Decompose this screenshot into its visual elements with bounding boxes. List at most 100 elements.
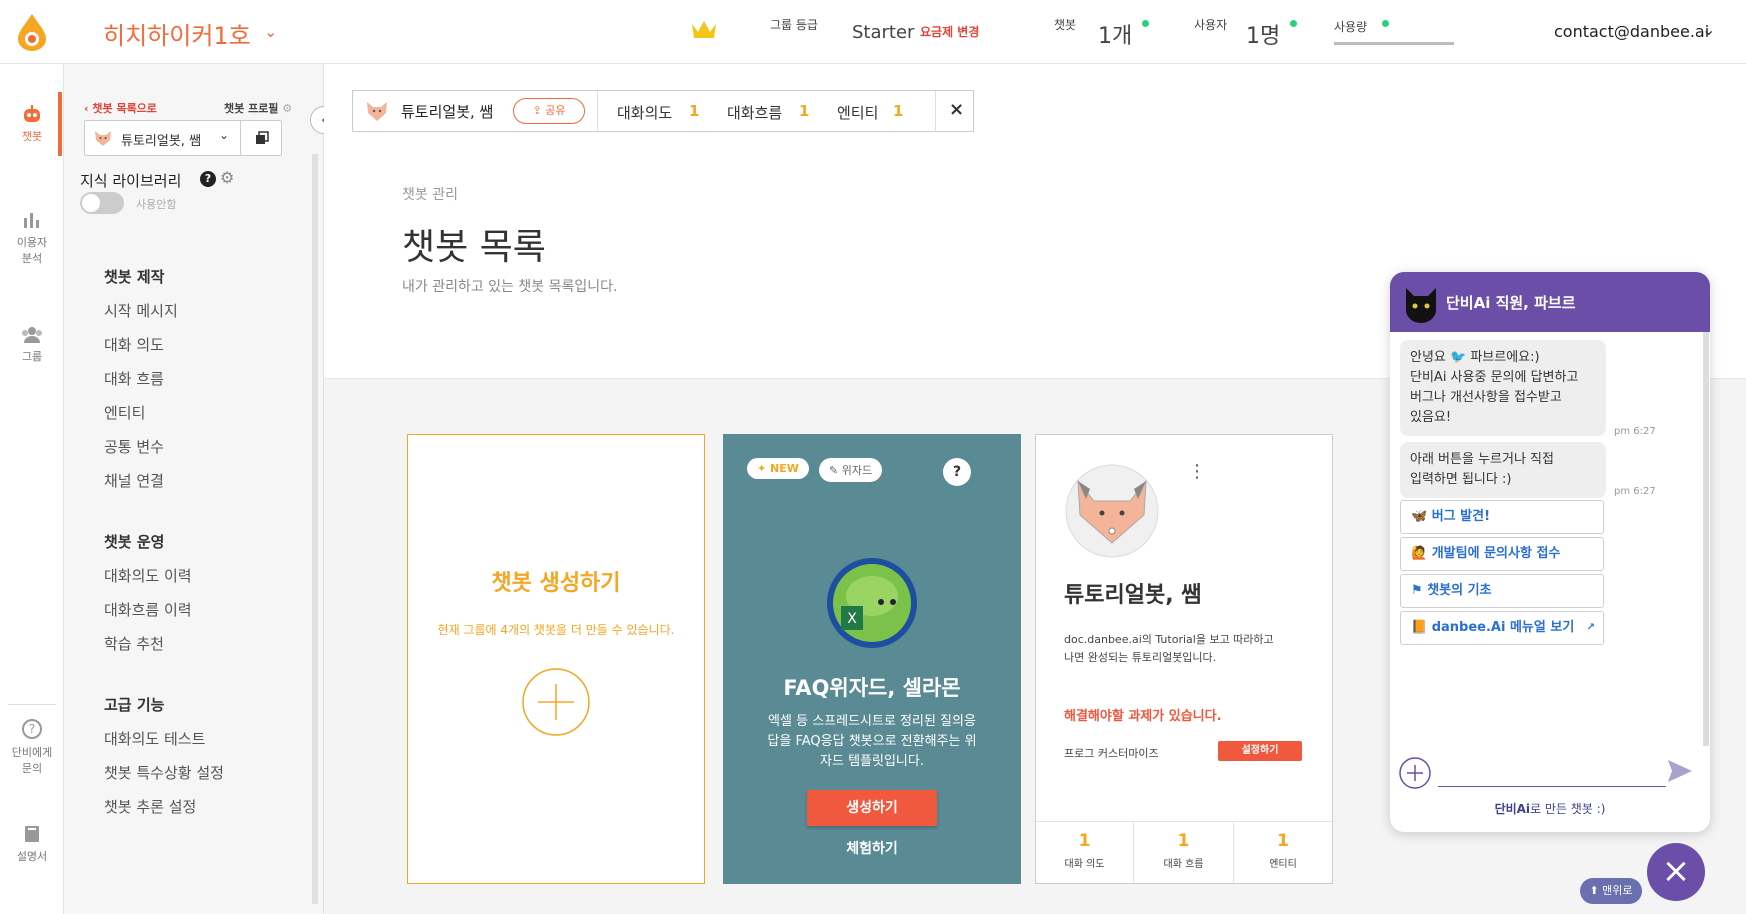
chat-scrollbar[interactable] [1703,332,1709,746]
create-chatbot-card[interactable]: 챗봇 생성하기 현재 그룹에 4개의 챗봇을 더 만들 수 있습니다. [407,434,705,884]
library-toggle[interactable] [80,192,124,214]
help-button[interactable]: ? [943,458,971,486]
chat-button-basics[interactable]: ⚑ 챗봇의 기초 [1400,574,1604,608]
new-badge-label: NEW [770,462,799,475]
close-icon[interactable]: × [949,99,964,120]
bot-tab-bar: 튜토리얼봇, 쌤 ⇪ 공유 대화의도 1 대화흐름 1 엔티티 1 × [352,90,974,132]
chat-msg1-line2: 단비Ai 사용중 문의에 답변하고 [1410,370,1579,385]
send-icon[interactable] [1666,758,1694,784]
create-card-desc: 현재 그룹에 4개의 챗봇을 더 만들 수 있습니다. [437,623,675,637]
task-name: 프로그 커스터마이즈 [1064,747,1159,760]
bot-profile-label: 챗봇 프로필 [224,102,279,115]
knowledge-library-label: 지식 라이브러리 [80,172,182,190]
fox-avatar-icon [95,131,111,146]
chat-footer-brand: 단비Ai [1494,802,1531,816]
chatbot-card[interactable]: ⋮ 튜토리얼봇, 쌤 doc.danbee.ai의 Tutorial을 보고 따… [1035,434,1333,884]
toggle-knob [82,194,100,212]
plus-circle-icon[interactable] [521,667,591,737]
nav-chatbot[interactable]: 챗봇 [0,104,64,144]
faq-wizard-card[interactable]: ✦ NEW ✎ 위자드 ? X FAQ위자드, 셀라몬 엑셀 등 스프레드시트로… [723,434,1021,884]
account-chevron-down-icon[interactable]: ⌄ [1702,20,1715,39]
tab-flow-count: 1 [799,102,810,120]
sidebar-item-start-message[interactable]: 시작 메시지 [104,300,178,321]
task-alert: 해결해야할 과제가 있습니다. [1064,709,1222,724]
back-to-list-label: 챗봇 목록으로 [92,102,157,115]
tab-entity-label[interactable]: 엔티티 [837,102,878,123]
bot-profile-link[interactable]: 챗봇 프로필 ⚙ [224,100,292,116]
chat-msg1-line4: 있음요! [1410,410,1452,425]
nav-ask-danbee[interactable]: ? 단비에게 문의 [0,718,64,776]
sidebar-item-inference[interactable]: 챗봇 추론 설정 [104,796,196,817]
stat-intent-value: 1 [1078,831,1091,851]
page-title: 챗봇 목록 [402,227,546,268]
seramon-mascot-icon: X [827,558,917,648]
stat-flow-label: 대화 흐름 [1163,859,1204,870]
sidebar-item-flow-history[interactable]: 대화흐름 이력 [104,599,192,620]
danbee-logo[interactable] [14,12,50,52]
chat-button-bug[interactable]: 🦋 버그 발견! [1400,500,1604,534]
account-email[interactable]: contact@danbee.ai [1554,22,1709,41]
sidebar-item-channels[interactable]: 채널 연결 [104,470,164,491]
bar-chart-icon [24,213,39,228]
sidebar-item-entity[interactable]: 엔티티 [104,402,145,423]
chat-button-inquiry-label: 개발팀에 문의사항 접수 [1431,546,1561,561]
link-icon: ↗ [1586,622,1595,633]
scroll-top-button[interactable]: ⬆ 맨위로 [1580,878,1642,904]
chevron-down-icon[interactable]: ⌄ [264,22,277,41]
sidebar-item-special-settings[interactable]: 챗봇 특수상황 설정 [104,762,224,783]
plan-change-link[interactable]: 요금제 변경 [920,23,979,40]
new-badge: ✦ NEW [747,458,809,479]
stat-entity[interactable]: 1 엔티티 [1234,821,1332,883]
cat-avatar-icon [1406,288,1436,323]
chat-close-button[interactable]: × [1647,843,1705,901]
bot-selector[interactable]: 튜토리얼봇, 쌤 ⌄ [84,120,282,156]
wizard-badge: ✎ 위자드 [819,458,883,482]
copy-icon[interactable] [255,131,269,145]
chatbot-status-dot [1142,20,1149,27]
book-icon [25,826,39,842]
tab-intent-label[interactable]: 대화의도 [617,102,672,123]
tab-flow-label[interactable]: 대화흐름 [727,102,782,123]
stat-intent[interactable]: 1 대화 의도 [1036,821,1134,883]
svg-text:?: ? [29,722,35,736]
sidebar-item-intent-history[interactable]: 대화의도 이력 [104,565,192,586]
library-gear-icon[interactable]: ⚙ [220,168,234,187]
nav-group[interactable]: 그룹 [0,326,64,364]
user-status-dot [1290,20,1297,27]
chat-plus-icon[interactable] [1398,756,1432,790]
sidebar-item-flow[interactable]: 대화 흐름 [104,368,164,389]
faq-create-button[interactable]: 생성하기 [807,790,937,826]
stat-flow[interactable]: 1 대화 흐름 [1134,821,1234,883]
help-icon[interactable]: ? [200,171,216,187]
tab-entity-count: 1 [893,102,904,120]
chat-input[interactable] [1438,786,1666,787]
share-button[interactable]: ⇪ 공유 [513,98,585,124]
sidebar-item-variables[interactable]: 공통 변수 [104,436,164,457]
chat-button-inquiry[interactable]: 🙋 개발팀에 문의사항 접수 [1400,537,1604,571]
chat-message-1: 안녕요 🐦 파브르에요:) 단비Ai 사용중 문의에 답변하고 버그나 개선사항… [1400,340,1606,436]
gear-icon: ⚙ [282,102,293,115]
sidebar-item-intent[interactable]: 대화 의도 [104,334,164,355]
nav-manual[interactable]: 설명서 [0,824,64,864]
tab-intent-count: 1 [689,102,700,120]
sidebar-scrollbar[interactable] [312,154,318,904]
chat-msg1-line1: 안녕요 🐦 파브르에요:) [1410,350,1540,365]
sidebar-item-learning[interactable]: 학습 추천 [104,633,164,654]
section-title-build: 챗봇 제작 [104,268,165,286]
nav-analytics[interactable]: 이용자 분석 [0,210,64,266]
chat-button-manual[interactable]: 📙 danbee.Ai 메뉴얼 보기 ↗ [1400,611,1604,645]
chat-message-2: 아래 버튼을 누르거나 직접 입력하면 됩니다 :) [1400,442,1606,498]
back-to-list-link[interactable]: ‹ 챗봇 목록으로 [84,100,157,116]
crown-icon [692,21,716,38]
task-settings-button[interactable]: 설정하기 [1218,741,1302,761]
more-options-icon[interactable]: ⋮ [1188,461,1207,482]
faq-try-button[interactable]: 체험하기 [723,838,1021,858]
create-card-title: 챗봇 생성하기 [491,571,621,596]
group-icon [22,327,42,343]
section-title-advanced: 고급 기능 [104,696,165,714]
usage-label: 사용량 [1334,20,1368,34]
breadcrumb: 챗봇 관리 [402,187,458,203]
chat-msg2-line1: 아래 버튼을 누르거나 직접 [1410,452,1554,467]
sidebar-item-intent-test[interactable]: 대화의도 테스트 [104,728,205,749]
workspace-name[interactable]: 히치하이커1호 [103,16,251,51]
